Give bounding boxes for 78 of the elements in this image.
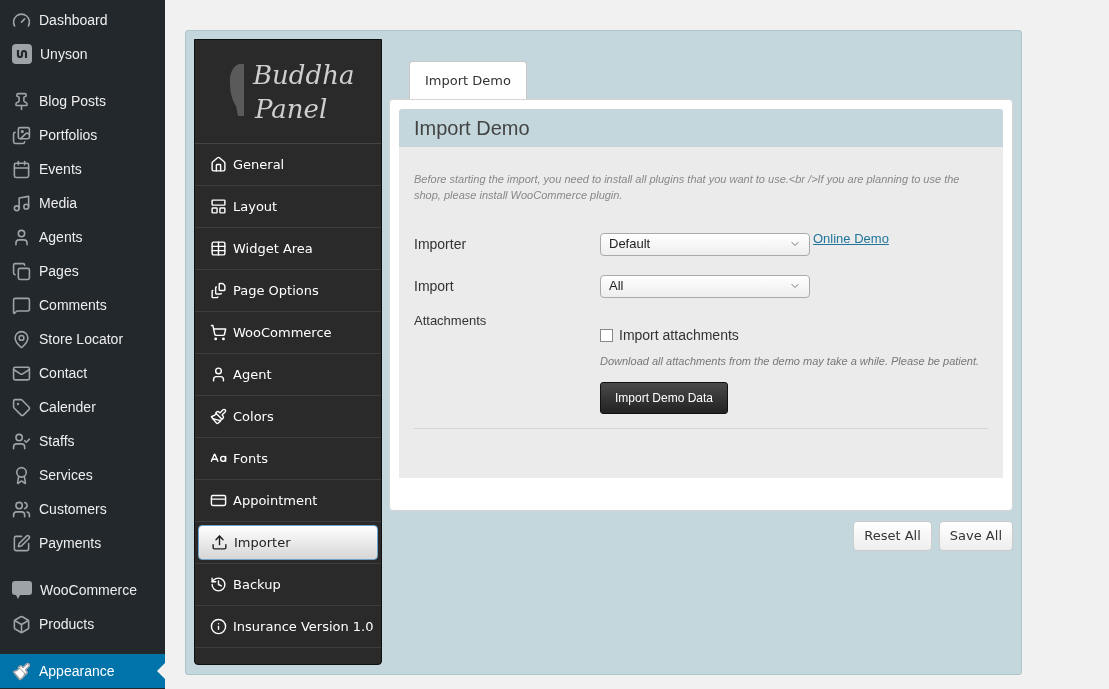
menu-icon <box>12 661 31 681</box>
notice-text: Before starting the import, you need to install all plugins that you want to use.<br />If you are planning to use the shop, please install WooCommerce plugin. <box>414 172 961 203</box>
menu-icon <box>12 397 31 417</box>
menu-icon <box>12 261 31 281</box>
nav-icon <box>210 156 227 173</box>
admin-menu-item[interactable]: Events <box>0 152 165 186</box>
admin-menu-item[interactable]: Dashboard <box>0 3 165 37</box>
menu-icon <box>12 159 31 179</box>
nav-icon <box>210 240 227 257</box>
footer-button[interactable]: Save All <box>938 521 1013 551</box>
admin-menu-item[interactable]: Contact <box>0 356 165 390</box>
menu-icon <box>12 363 31 383</box>
nav-icon <box>211 534 228 551</box>
menu-icon <box>12 295 31 315</box>
admin-menu-item[interactable]: WooCommerce <box>0 573 165 607</box>
panel-nav-item[interactable]: Appointment <box>198 483 378 518</box>
panel-nav-item[interactable]: Backup <box>198 567 378 602</box>
admin-menu-item[interactable]: Calender <box>0 390 165 424</box>
menu-icon <box>12 614 31 634</box>
import-demo-tab[interactable]: Import Demo <box>409 61 527 100</box>
nav-icon <box>210 282 227 299</box>
checkbox-label: Import attachments <box>619 326 739 345</box>
logo-text: Buddha <box>253 58 355 92</box>
panel-nav-item[interactable]: Importer <box>198 525 378 560</box>
checkbox[interactable] <box>600 329 613 342</box>
nav-icon <box>210 324 227 341</box>
admin-menu-item[interactable]: Appearance <box>0 654 165 688</box>
current-pointer-icon <box>157 663 165 679</box>
footer-button[interactable]: Reset All <box>853 521 932 551</box>
admin-menu-item[interactable]: Services <box>0 458 165 492</box>
menu-icon <box>12 533 31 553</box>
logo-text: Panel <box>253 92 329 126</box>
menu-icon <box>12 227 31 247</box>
nav-icon <box>210 576 227 593</box>
panel-nav-item[interactable]: Widget Area <box>198 231 378 266</box>
menu-icon <box>12 329 31 349</box>
panel-nav-item[interactable]: General <box>198 147 378 182</box>
admin-menu-item[interactable]: Agents <box>0 220 165 254</box>
admin-menu-item[interactable]: Products <box>0 607 165 641</box>
select-field[interactable]: All <box>600 274 810 298</box>
menu-icon <box>12 91 31 111</box>
nav-icon <box>210 408 227 425</box>
panel-nav-item[interactable]: Layout <box>198 189 378 224</box>
admin-menu-item[interactable]: Store Locator <box>0 322 165 356</box>
panel-nav-item[interactable]: WooCommerce <box>198 315 378 350</box>
panel-nav-item[interactable]: Insurance Version 1.0 <box>198 609 378 644</box>
admin-menu-item[interactable]: Payments <box>0 526 165 560</box>
field-label: Importer <box>414 234 468 254</box>
panel-nav-item[interactable]: Colors <box>198 399 378 434</box>
menu-icon <box>12 193 31 213</box>
admin-menu-item[interactable]: Customers <box>0 492 165 526</box>
admin-menu-item[interactable]: Staffs <box>0 424 165 458</box>
nav-icon <box>210 198 227 215</box>
admin-menu-item[interactable]: Media <box>0 186 165 220</box>
import-demo-data-button[interactable]: Import Demo Data <box>600 382 728 414</box>
menu-icon <box>12 499 31 519</box>
section-title: Import Demo <box>399 109 1003 147</box>
help-text: Download all attachments from the demo may take a while. Please be patient. <box>600 354 980 369</box>
u-logo-icon <box>12 44 32 64</box>
admin-menu-item[interactable]: Blog Posts <box>0 84 165 118</box>
select-field[interactable]: Default <box>600 232 810 256</box>
menu-icon <box>12 125 31 145</box>
field-label: Attachments <box>414 312 488 330</box>
admin-menu-item[interactable]: Portfolios <box>0 118 165 152</box>
field-label: Import <box>414 276 455 296</box>
menu-icon <box>12 431 31 451</box>
panel-nav-item[interactable]: Page Options <box>198 273 378 308</box>
panel-nav-item[interactable]: Agent <box>198 357 378 392</box>
admin-menu-item[interactable]: Pages <box>0 254 165 288</box>
admin-menu-item[interactable]: Unyson <box>0 37 165 71</box>
woo-logo-icon <box>12 581 32 599</box>
online-demo-link[interactable]: Online Demo <box>813 229 889 249</box>
admin-menu-item[interactable]: Comments <box>0 288 165 322</box>
nav-icon <box>210 366 227 383</box>
menu-icon <box>12 10 31 30</box>
nav-icon <box>210 618 227 635</box>
panel-nav-item[interactable]: Fonts <box>198 441 378 476</box>
nav-icon <box>210 492 227 509</box>
